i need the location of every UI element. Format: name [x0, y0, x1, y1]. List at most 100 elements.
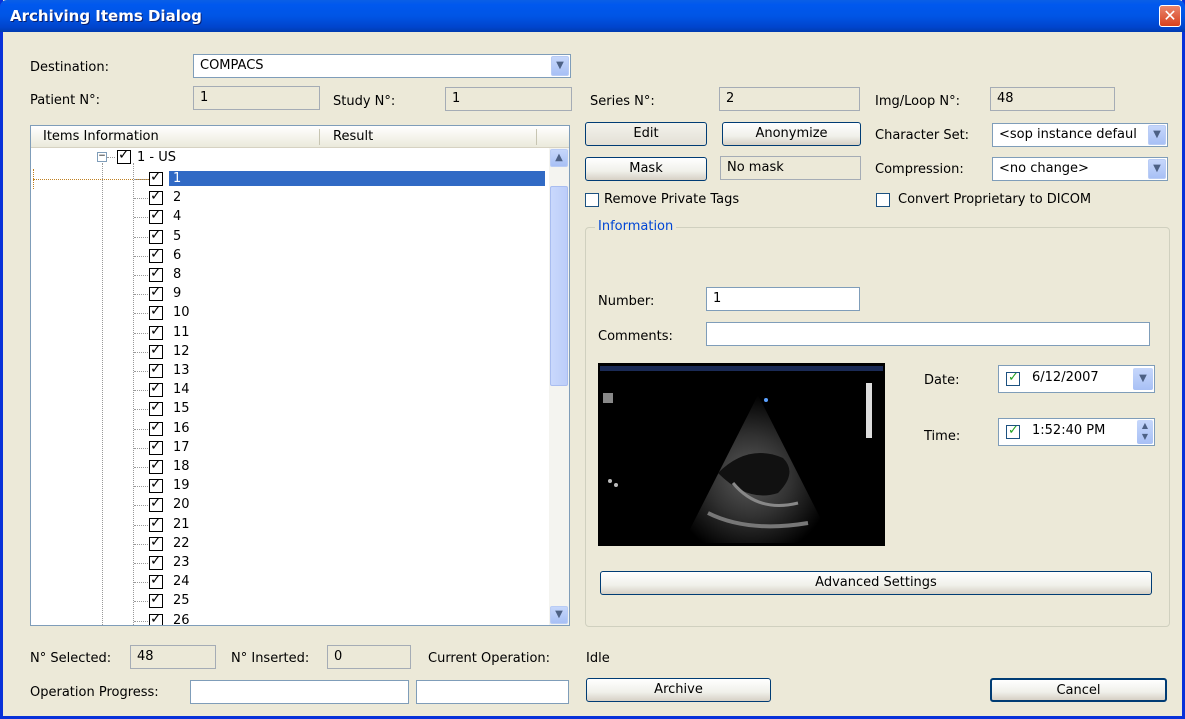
current-operation-label: Current Operation:	[428, 651, 551, 666]
time-picker[interactable]: 1:52:40 PM ▲▼	[998, 418, 1155, 446]
tree-item-checkbox[interactable]	[149, 380, 163, 398]
advanced-settings-button[interactable]: Advanced Settings	[600, 571, 1152, 595]
chevron-down-icon[interactable]: ▼	[551, 56, 569, 76]
tree-item-checkbox[interactable]	[149, 284, 163, 302]
patient-field: 1	[193, 86, 320, 110]
root-node-label[interactable]: 1 - US	[137, 150, 176, 165]
col-result[interactable]: Result	[333, 129, 373, 144]
tree-item[interactable]: 20	[31, 495, 546, 515]
archive-button[interactable]: Archive	[586, 678, 771, 702]
tree-item[interactable]: 5	[31, 227, 546, 247]
tree-item-checkbox[interactable]	[149, 438, 163, 455]
tree-item-checkbox[interactable]	[149, 399, 163, 417]
tree-item-checkbox[interactable]	[149, 476, 163, 494]
spin-updown-icon[interactable]: ▲ ▼	[1137, 420, 1153, 444]
charset-combo[interactable]: <sop instance defaul ▼	[992, 123, 1168, 147]
tree-item-checkbox[interactable]	[149, 265, 163, 282]
tree-item-checkbox[interactable]	[149, 342, 163, 359]
compression-combo[interactable]: <no change> ▼	[992, 157, 1168, 181]
root-checkbox[interactable]: ✓	[117, 147, 131, 164]
tree-item[interactable]: 23	[31, 553, 546, 573]
tree-item[interactable]: 6	[31, 246, 546, 266]
mask-button[interactable]: Mask	[585, 157, 707, 181]
tree-item[interactable]: 17	[31, 438, 546, 458]
tree-scrollbar[interactable]: ▲ ▼	[549, 148, 569, 625]
convert-proprietary-checkbox[interactable]	[876, 193, 890, 207]
convert-proprietary-label[interactable]: Convert Proprietary to DICOM	[898, 192, 1091, 207]
scroll-down-icon[interactable]: ▼	[550, 606, 568, 624]
tree-item-label: 14	[173, 382, 190, 398]
tree-item-checkbox[interactable]	[149, 515, 163, 532]
col-items-information[interactable]: Items Information	[43, 129, 159, 144]
chevron-down-icon[interactable]: ▼	[1148, 159, 1166, 179]
tree-item[interactable]: 11	[31, 323, 546, 343]
progress-bar-1	[190, 680, 409, 704]
tree-item[interactable]: 13	[31, 361, 546, 381]
tree-item-checkbox[interactable]	[149, 534, 163, 551]
destination-combo[interactable]: COMPACS ▼	[193, 54, 571, 78]
tree-item-checkbox[interactable]	[149, 495, 163, 513]
tree-item-label: 22	[173, 535, 190, 551]
tree-item[interactable]: 8	[31, 265, 546, 285]
tree-item-checkbox[interactable]	[149, 553, 163, 570]
tree-item[interactable]: 16	[31, 419, 546, 439]
tree-item[interactable]: 15	[31, 399, 546, 419]
tree-item[interactable]: 21	[31, 515, 546, 535]
tree-item-checkbox[interactable]	[149, 169, 163, 186]
tree-item-checkbox[interactable]	[149, 361, 163, 378]
tree-item-checkbox[interactable]	[149, 246, 163, 263]
tree-item-checkbox[interactable]	[149, 227, 163, 244]
scroll-thumb[interactable]	[550, 186, 568, 386]
tree-item[interactable]: 9	[31, 284, 546, 304]
tree-header: Items Information Result	[31, 126, 569, 148]
chevron-down-icon[interactable]: ▼	[1133, 368, 1153, 390]
time-value: 1:52:40 PM	[1032, 423, 1106, 438]
time-checkbox[interactable]	[1006, 423, 1020, 439]
tree-item-label: 17	[173, 439, 190, 455]
tree-item[interactable]: 10	[31, 303, 546, 323]
chevron-down-icon[interactable]: ▼	[1148, 125, 1166, 145]
number-input[interactable]: 1	[706, 287, 860, 311]
collapse-toggle[interactable]: −	[97, 152, 107, 162]
tree-item-label: 13	[173, 363, 190, 378]
charset-value: <sop instance defaul	[999, 127, 1137, 142]
date-checkbox[interactable]	[1006, 370, 1020, 386]
tree-item-checkbox[interactable]	[149, 457, 163, 474]
title-bar[interactable]: Archiving Items Dialog ✕	[0, 0, 1185, 32]
tree-item[interactable]: 19	[31, 476, 546, 496]
imgloop-field: 48	[990, 87, 1115, 111]
tree-item-checkbox[interactable]	[149, 188, 163, 206]
tree-item[interactable]: 25	[31, 591, 546, 611]
tree-item-checkbox[interactable]	[149, 303, 163, 321]
tree-item[interactable]: 12	[31, 342, 546, 362]
edit-button[interactable]: Edit	[585, 122, 707, 146]
information-title: Information	[595, 219, 677, 234]
tree-item-checkbox[interactable]	[149, 591, 163, 609]
remove-private-tags-label[interactable]: Remove Private Tags	[604, 192, 739, 207]
tree-item-label: 12	[173, 343, 190, 359]
ultrasound-preview-image	[598, 363, 885, 546]
tree-item[interactable]: 4	[31, 207, 546, 227]
tree-item[interactable]: 1	[31, 169, 546, 189]
remove-private-tags-checkbox[interactable]	[585, 193, 599, 207]
comments-input[interactable]	[706, 322, 1150, 346]
tree-item-checkbox[interactable]	[149, 207, 163, 225]
tree-item-checkbox[interactable]	[149, 419, 163, 436]
tree-item-checkbox[interactable]	[149, 611, 163, 625]
tree-item[interactable]: 18	[31, 457, 546, 477]
tree-item-checkbox[interactable]	[149, 572, 163, 590]
destination-value: COMPACS	[200, 58, 264, 73]
tree-item-label: 11	[173, 324, 190, 340]
date-picker[interactable]: 6/12/2007 ▼	[998, 365, 1155, 393]
tree-item[interactable]: 24	[31, 572, 546, 592]
tree-item[interactable]: 14	[31, 380, 546, 400]
items-tree[interactable]: Items Information Result − ✓ 1 - US 1245…	[30, 125, 570, 626]
close-button[interactable]: ✕	[1159, 5, 1181, 27]
cancel-button[interactable]: Cancel	[990, 678, 1167, 702]
anonymize-button[interactable]: Anonymize	[722, 122, 861, 146]
tree-item-checkbox[interactable]	[149, 323, 163, 340]
tree-item[interactable]: 2	[31, 188, 546, 208]
scroll-up-icon[interactable]: ▲	[550, 149, 568, 167]
tree-item[interactable]: 22	[31, 534, 546, 554]
tree-item[interactable]: 26	[31, 611, 546, 625]
